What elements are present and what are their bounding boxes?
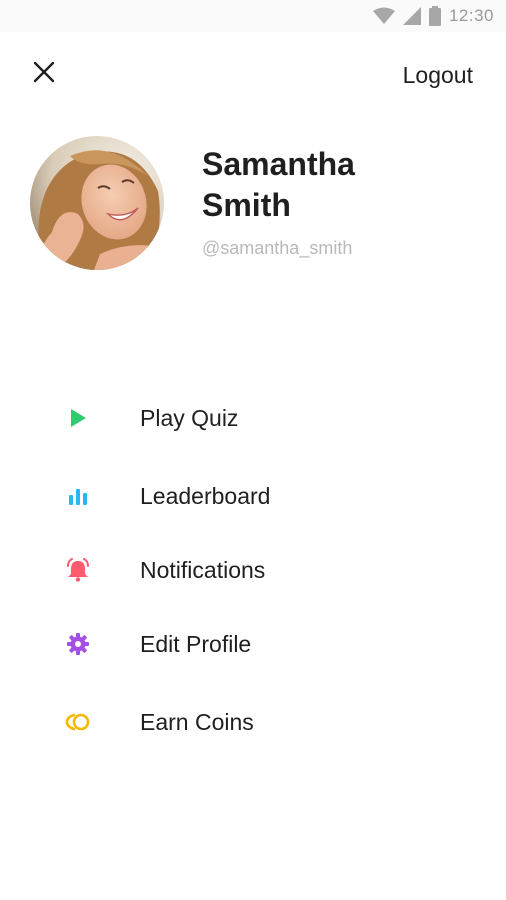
logout-button[interactable]: Logout [403,62,473,89]
battery-icon [428,6,441,26]
profile-last-name: Smith [202,187,291,223]
avatar [30,136,164,270]
profile-handle: @samantha_smith [202,238,353,258]
signal-icon [402,7,421,25]
play-icon [60,400,96,436]
status-bar: 12:30 [0,0,506,32]
menu-item-edit-profile[interactable]: Edit Profile [60,622,460,666]
coins-icon [60,704,96,740]
profile-name: Samantha Smith [202,144,462,226]
status-time: 12:30 [448,6,494,25]
profile-first-name: Samantha [202,146,355,182]
wifi-icon [372,7,395,25]
side-menu-screen: 12:30 Logout Samantha Smith @samantha_sm… [0,0,506,900]
menu-item-notifications[interactable]: Notifications [60,548,460,592]
menu-item-label: Play Quiz [140,404,239,431]
menu-item-earn-coins[interactable]: Earn Coins [60,700,460,744]
menu-item-play-quiz[interactable]: Play Quiz [60,396,460,440]
bar-chart-icon [60,478,96,514]
bell-icon [60,552,96,588]
close-icon [33,61,55,88]
menu-item-label: Leaderboard [140,482,271,509]
gear-icon [60,626,96,662]
menu-item-label: Earn Coins [140,708,254,735]
menu-item-label: Edit Profile [140,630,252,657]
close-button[interactable] [30,60,58,88]
menu-item-leaderboard[interactable]: Leaderboard [60,474,460,518]
menu-item-label: Notifications [140,556,266,583]
